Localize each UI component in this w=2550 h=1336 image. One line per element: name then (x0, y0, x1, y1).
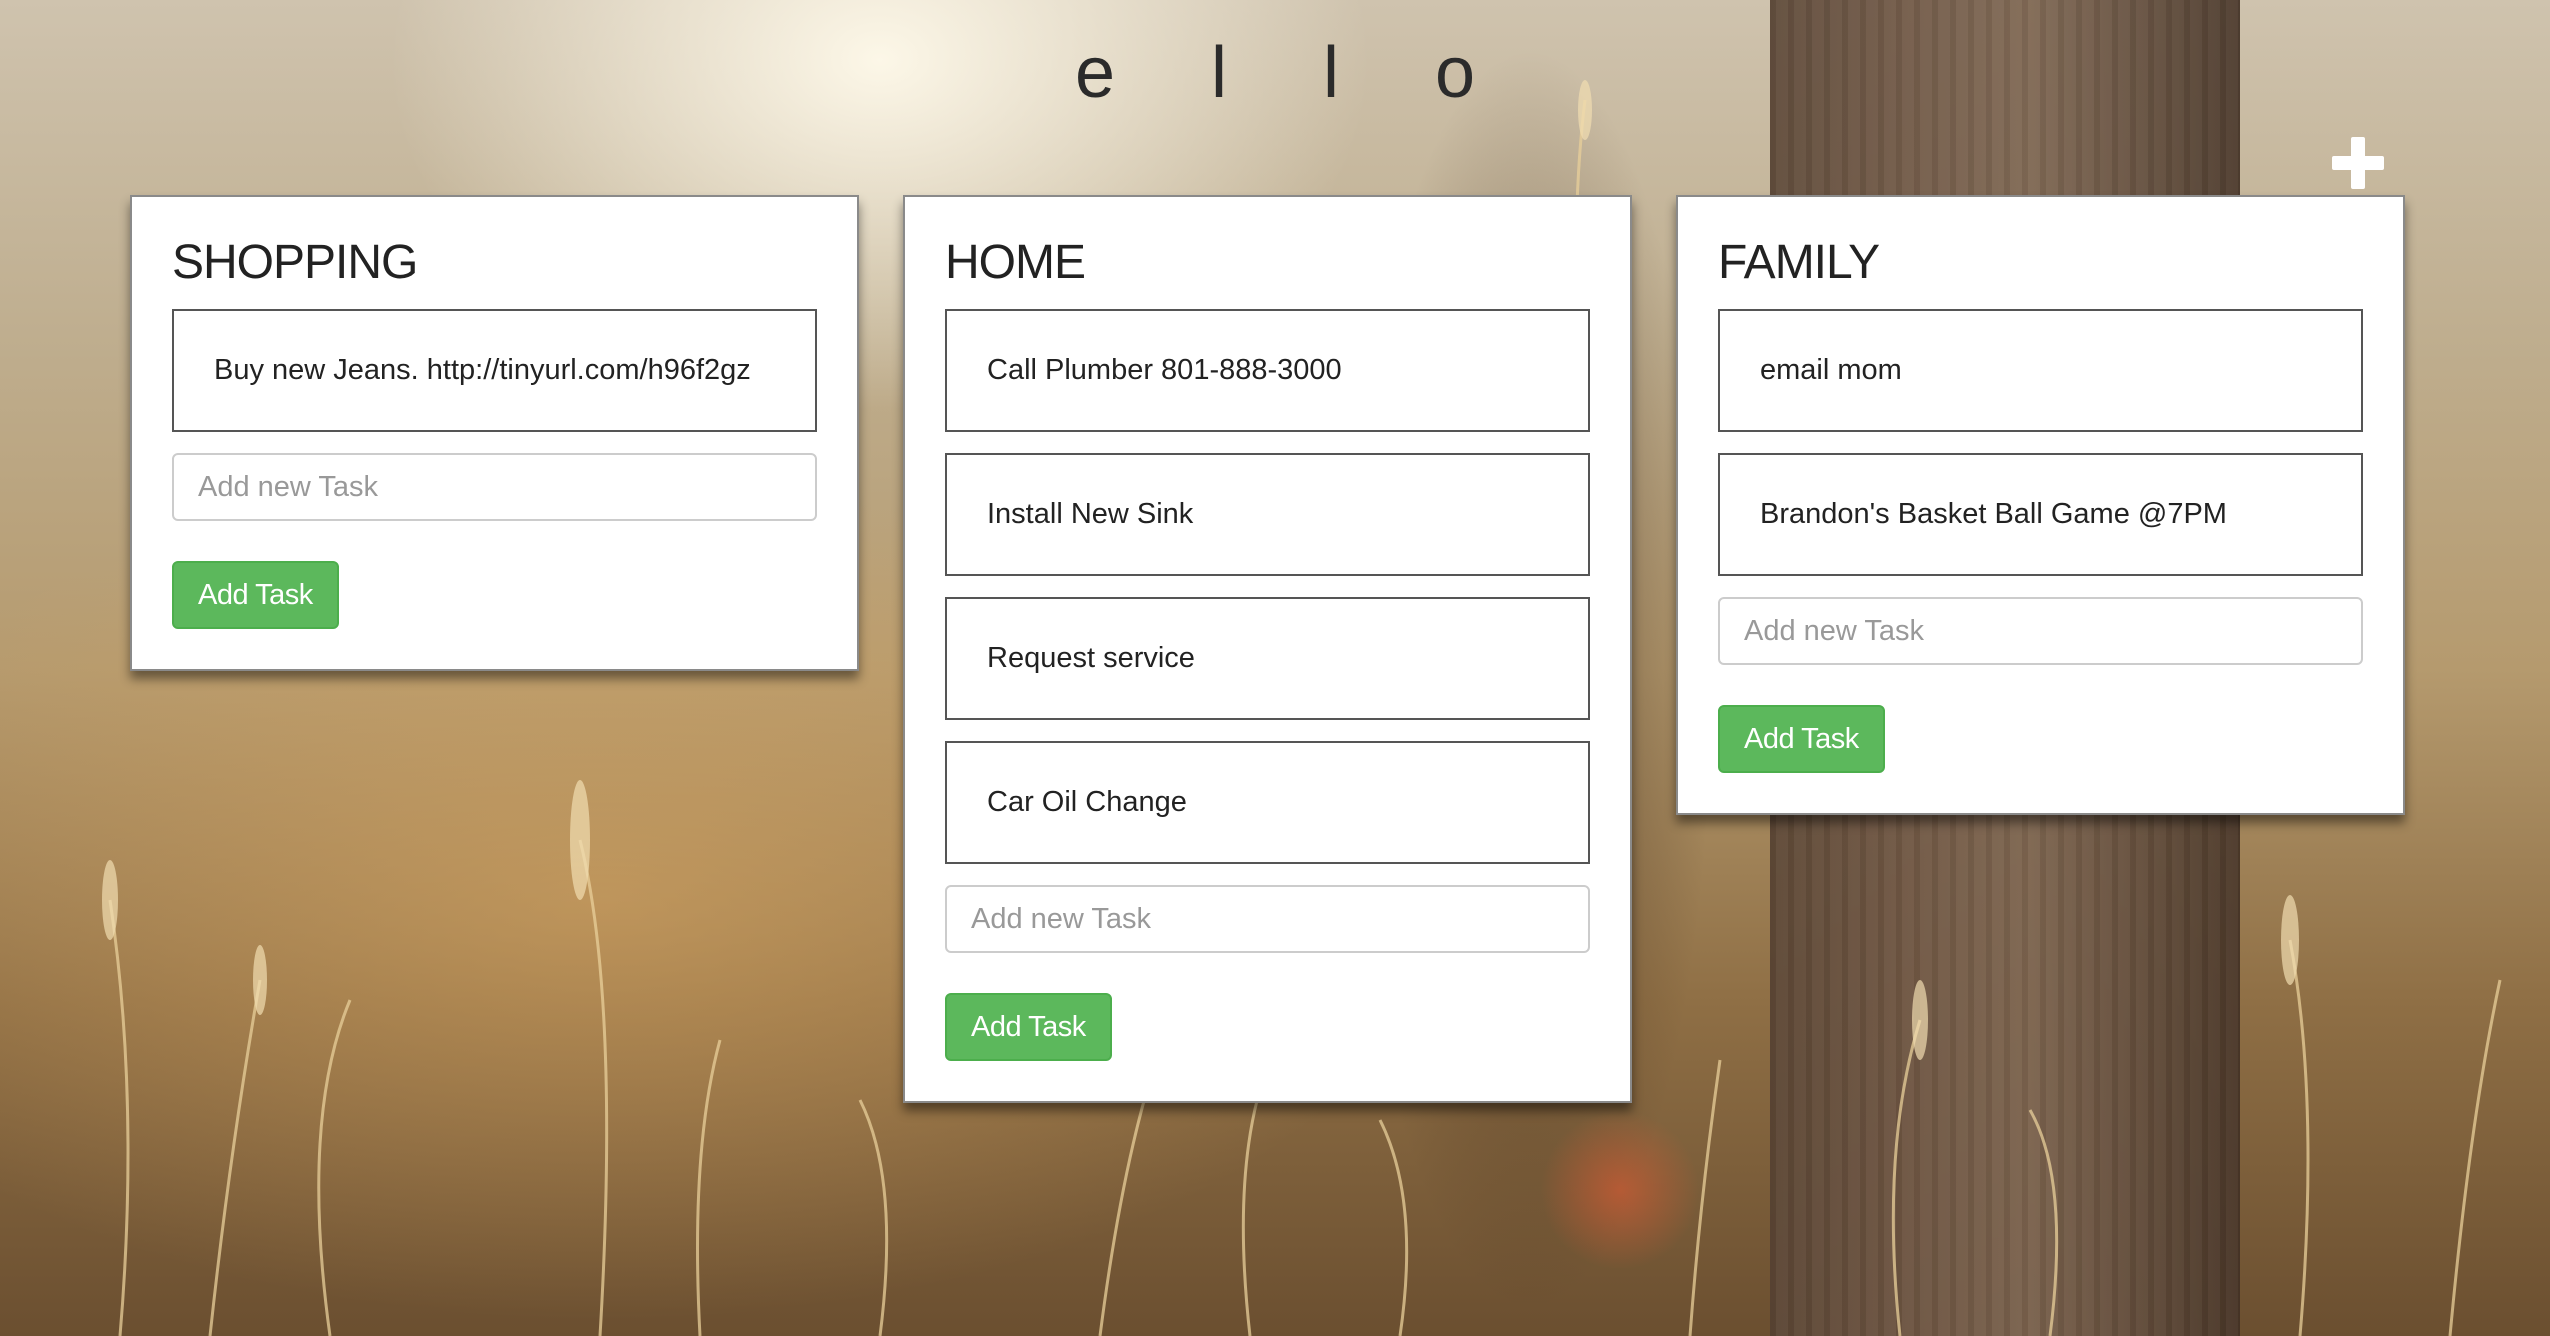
task-item[interactable]: Car Oil Change (945, 741, 1590, 864)
list-title: FAMILY (1718, 236, 1880, 289)
new-task-input[interactable] (172, 453, 817, 521)
new-task-input[interactable] (1718, 597, 2363, 665)
task-item[interactable]: Install New Sink (945, 453, 1590, 576)
list-card-shopping: SHOPPING Buy new Jeans. http://tinyurl.c… (130, 195, 859, 671)
app-title: e l l o (1074, 33, 1514, 113)
add-task-button[interactable]: Add Task (945, 993, 1112, 1061)
new-task-input[interactable] (945, 885, 1590, 953)
list-card-home: HOME Call Plumber 801-888-3000 Install N… (903, 195, 1632, 1103)
list-title: HOME (945, 236, 1086, 289)
add-task-button[interactable]: Add Task (172, 561, 339, 629)
task-item[interactable]: Request service (945, 597, 1590, 720)
list-card-family: FAMILY email mom Brandon's Basket Ball G… (1676, 195, 2405, 815)
task-item[interactable]: Call Plumber 801-888-3000 (945, 309, 1590, 432)
task-item[interactable]: Brandon's Basket Ball Game @7PM (1718, 453, 2363, 576)
add-task-button[interactable]: Add Task (1718, 705, 1885, 773)
task-item[interactable]: Buy new Jeans. http://tinyurl.com/h96f2g… (172, 309, 817, 432)
list-title: SHOPPING (172, 236, 418, 289)
add-list-button[interactable] (2330, 136, 2386, 192)
task-item[interactable]: email mom (1718, 309, 2363, 432)
background-lens-flare (1540, 1110, 1700, 1270)
